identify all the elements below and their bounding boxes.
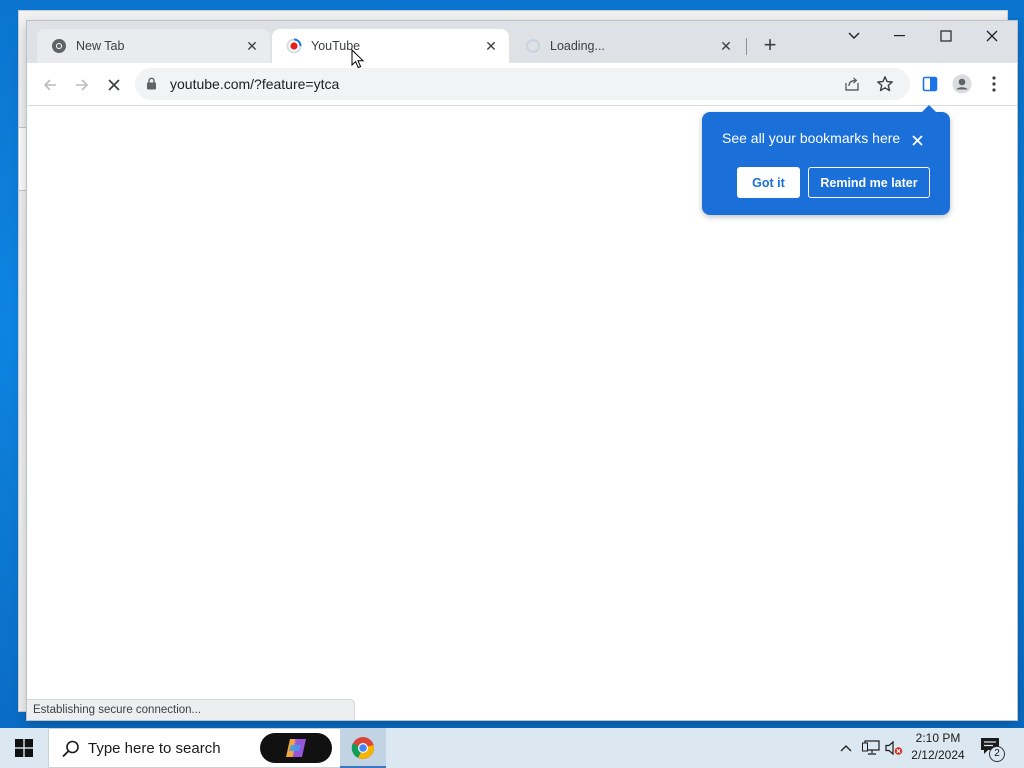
arrow-right-icon <box>76 79 89 91</box>
tab-strip: New Tab ✕ YouTube ✕ Loading... ✕ + <box>27 21 1017 63</box>
remind-me-later-button[interactable]: Remind me later <box>808 167 930 198</box>
search-placeholder: Type here to search <box>88 740 221 757</box>
side-panel-button[interactable] <box>919 73 941 95</box>
tab-close-button[interactable]: ✕ <box>716 36 736 56</box>
browser-menu-button[interactable] <box>983 73 1005 95</box>
clock-date: 2/12/2024 <box>911 748 965 762</box>
network-icon <box>862 740 880 755</box>
bookmark-star-icon[interactable] <box>876 75 894 93</box>
stop-loading-button[interactable] <box>100 71 128 99</box>
profile-avatar-icon <box>952 74 972 94</box>
tab-loading[interactable]: Loading... ✕ <box>511 29 744 63</box>
tab-separator <box>746 38 747 55</box>
chevron-up-icon <box>840 745 852 752</box>
arrow-left-icon <box>43 79 56 91</box>
close-icon <box>986 30 998 42</box>
volume-muted-icon <box>885 740 903 756</box>
taskbar-chrome-button[interactable] <box>340 728 386 768</box>
new-tab-button[interactable]: + <box>758 34 782 58</box>
lock-icon <box>147 77 156 90</box>
youtube-loading-icon <box>286 38 302 54</box>
windows-logo-icon <box>15 739 33 757</box>
chrome-icon <box>52 39 66 53</box>
more-vertical-icon <box>992 76 996 92</box>
chrome-icon <box>351 737 374 759</box>
bookmarks-promo-bubble: See all your bookmarks here Got it Remin… <box>702 105 950 215</box>
tab-close-button[interactable]: ✕ <box>481 36 501 56</box>
minimize-icon <box>894 35 905 37</box>
address-bar[interactable]: youtube.com/?feature=ytca <box>135 68 910 100</box>
tab-new-tab[interactable]: New Tab ✕ <box>37 29 270 63</box>
notification-count-badge: 2 <box>989 746 1005 762</box>
back-button[interactable] <box>36 71 64 99</box>
browser-toolbar: youtube.com/?feature=ytca <box>27 63 1017 106</box>
bubble-close-button[interactable] <box>908 131 926 149</box>
tab-title: New Tab <box>76 39 125 53</box>
tab-youtube[interactable]: YouTube ✕ <box>272 29 509 63</box>
minimize-button[interactable] <box>877 21 923 51</box>
copilot-icon <box>286 739 306 757</box>
tab-title: Loading... <box>550 39 605 53</box>
loading-spinner-icon <box>526 39 540 53</box>
taskbar: Type here to search 2:10 PM 2/12/2024 2 <box>0 728 1024 768</box>
taskbar-clock[interactable]: 2:10 PM 2/12/2024 <box>906 730 970 764</box>
url-text: youtube.com/?feature=ytca <box>170 76 340 92</box>
got-it-button[interactable]: Got it <box>737 167 800 198</box>
start-button[interactable] <box>0 728 48 768</box>
maximize-icon <box>940 30 952 42</box>
close-icon <box>108 79 120 91</box>
volume-button[interactable] <box>884 738 904 758</box>
bubble-message: See all your bookmarks here <box>722 130 901 146</box>
chevron-down-icon <box>848 32 860 39</box>
tab-search-button[interactable] <box>831 21 877 51</box>
tab-close-button[interactable]: ✕ <box>242 36 262 56</box>
maximize-button[interactable] <box>923 21 969 51</box>
forward-button[interactable] <box>68 71 96 99</box>
share-icon[interactable] <box>843 75 861 93</box>
close-icon <box>911 134 923 146</box>
mouse-cursor-icon <box>351 49 365 69</box>
profile-button[interactable] <box>951 73 973 95</box>
clock-time: 2:10 PM <box>915 731 961 745</box>
close-window-button[interactable] <box>969 21 1015 51</box>
copilot-button[interactable] <box>260 733 332 763</box>
bubble-arrow <box>921 105 937 113</box>
status-bubble: Establishing secure connection... <box>27 699 355 720</box>
search-icon <box>62 740 79 758</box>
tab-title: YouTube <box>311 39 361 53</box>
side-panel-icon <box>922 76 938 92</box>
network-button[interactable] <box>861 738 881 758</box>
show-hidden-icons-button[interactable] <box>838 738 854 758</box>
notifications-button[interactable]: 2 <box>980 737 1005 762</box>
